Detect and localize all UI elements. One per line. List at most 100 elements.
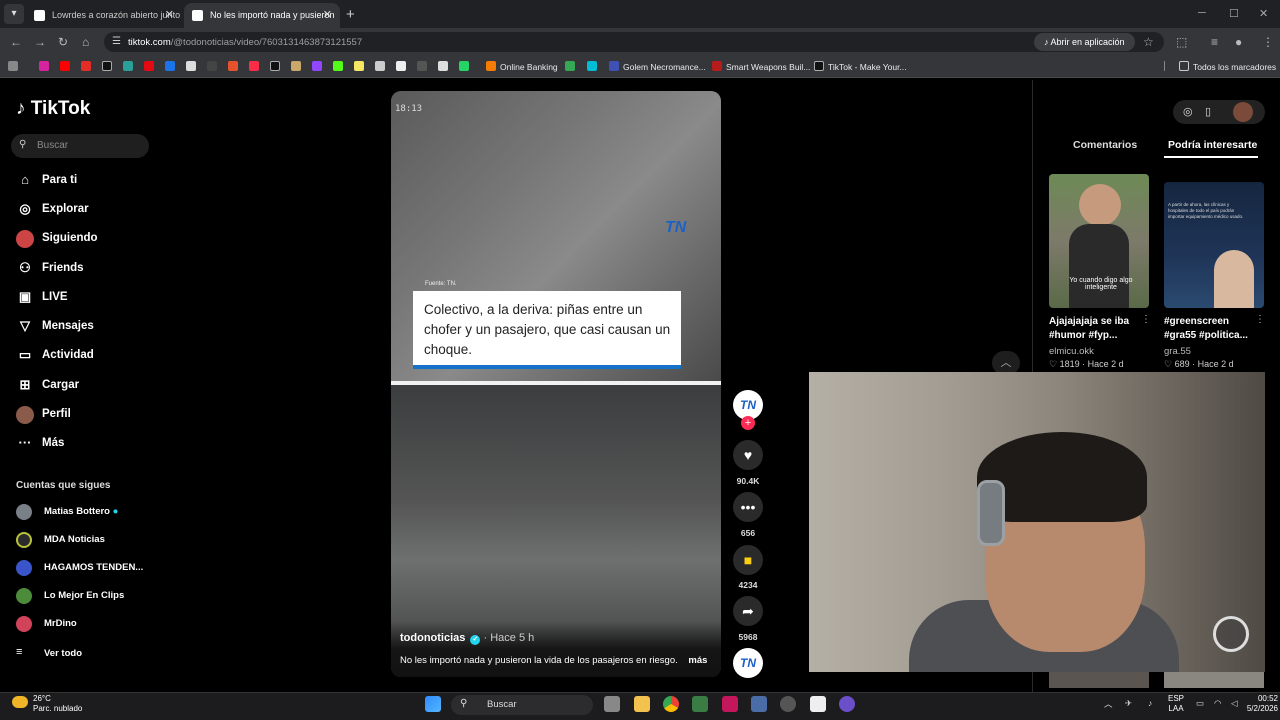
new-tab-icon[interactable]: + xyxy=(346,6,355,23)
app-icon[interactable] xyxy=(839,696,855,712)
monitor-icon[interactable]: ▭ xyxy=(1196,698,1204,709)
compass-icon[interactable]: ◎ xyxy=(1183,105,1193,118)
taskbar-search[interactable]: ⚲ Buscar xyxy=(451,695,593,715)
suggested-video-thumbnail[interactable]: A partir de ahora, las clínicas y hospit… xyxy=(1164,182,1264,308)
tab-comentarios[interactable]: Comentarios xyxy=(1073,139,1137,151)
bookmark-smart-weapons[interactable]: Smart Weapons Buil... xyxy=(726,62,810,72)
bookmark-tiktok[interactable]: TikTok - Make Your... xyxy=(828,62,907,72)
apple-music-icon[interactable] xyxy=(249,61,259,71)
browser-tab-1[interactable]: Lowrdes a corazón abierto junto ✕ xyxy=(26,3,182,28)
card-title[interactable]: #greenscreen #gra55 #politica... xyxy=(1164,315,1264,343)
microphone-icon[interactable]: ♪ xyxy=(1148,698,1152,708)
youtube-music-icon[interactable] xyxy=(81,61,91,71)
apps-grid-icon[interactable] xyxy=(8,61,18,71)
bookmark-icon[interactable] xyxy=(123,61,133,71)
youtube-icon[interactable] xyxy=(60,61,70,71)
bookmark-icon[interactable] xyxy=(354,61,364,71)
forward-icon[interactable]: → xyxy=(34,35,46,49)
close-icon[interactable]: ✕ xyxy=(323,8,332,21)
suggested-video-thumbnail[interactable] xyxy=(1049,672,1149,688)
nav-siguiendo[interactable]: Siguiendo xyxy=(16,229,166,249)
reading-list-icon[interactable]: ≡ xyxy=(1211,35,1218,49)
device-icon[interactable]: ▯ xyxy=(1205,105,1211,118)
bookmark-icon[interactable] xyxy=(165,61,175,71)
tab-search-icon[interactable]: ▾ xyxy=(4,4,24,24)
whatsapp-icon[interactable] xyxy=(459,61,469,71)
browser-tab-2[interactable]: No les importó nada y pusieron ✕ xyxy=(184,3,340,28)
like-button[interactable]: ♥ xyxy=(733,440,763,470)
suggested-video-thumbnail[interactable] xyxy=(1164,672,1264,688)
music-disc-avatar[interactable]: TN xyxy=(733,648,763,678)
comment-button[interactable]: ••• xyxy=(733,492,763,522)
see-all-link[interactable]: ≡ Ver todo xyxy=(16,645,156,663)
chrome-icon[interactable] xyxy=(663,696,679,712)
more-button[interactable]: más xyxy=(688,655,707,666)
nav-cargar[interactable]: ⊞ Cargar xyxy=(16,376,166,396)
window-close-icon[interactable]: ✕ xyxy=(1259,7,1268,20)
bookmark-icon[interactable] xyxy=(396,61,406,71)
card-user[interactable]: elmicu.okk xyxy=(1049,346,1094,357)
wifi-icon[interactable]: ◠ xyxy=(1214,698,1221,709)
language-indicator[interactable]: ESP LAA xyxy=(1168,694,1184,714)
golem-icon[interactable] xyxy=(609,61,619,71)
app-icon[interactable] xyxy=(780,696,796,712)
bookmark-star-icon[interactable]: ☆ xyxy=(1143,35,1154,49)
home-icon[interactable]: ⌂ xyxy=(82,35,89,49)
kick-icon[interactable] xyxy=(333,61,343,71)
following-account[interactable]: MDA Noticias xyxy=(16,531,156,549)
url-field[interactable]: ☰ tiktok.com/@todonoticias/video/7603131… xyxy=(104,32,1164,52)
share-button[interactable]: ➦ xyxy=(733,596,763,626)
network-icon[interactable]: ✈ xyxy=(1125,698,1132,709)
chevron-up-icon[interactable]: ︿ xyxy=(1104,698,1113,710)
bookmark-icon[interactable] xyxy=(186,61,196,71)
folder-icon[interactable] xyxy=(1179,61,1189,71)
extensions-icon[interactable]: ⬚ xyxy=(1176,35,1187,49)
save-button[interactable]: ■ xyxy=(733,545,763,575)
reload-icon[interactable]: ↻ xyxy=(58,35,68,49)
nav-para-ti[interactable]: ⌂ Para ti xyxy=(16,171,166,191)
sheets-icon[interactable] xyxy=(565,61,575,71)
nav-friends[interactable]: ⚇ Friends xyxy=(16,259,166,279)
instagram-icon[interactable] xyxy=(39,61,49,71)
bookmark-icon[interactable] xyxy=(438,61,448,71)
search-input[interactable]: ⚲ Buscar xyxy=(11,134,149,158)
bookmark-icon[interactable] xyxy=(417,61,427,71)
clock[interactable]: 00:52 5/2/2026 xyxy=(1234,694,1278,714)
bookmark-icon[interactable] xyxy=(207,61,217,71)
tab-podria-interesarte[interactable]: Podría interesarte xyxy=(1168,139,1257,151)
avatar[interactable] xyxy=(1233,102,1253,122)
bookmark-online-banking[interactable]: Online Banking xyxy=(500,62,558,72)
video-author[interactable]: todonoticias ✓ · Hace 5 h xyxy=(400,632,534,645)
twitch-icon[interactable] xyxy=(312,61,322,71)
nav-mensajes[interactable]: ▽ Mensajes xyxy=(16,317,166,337)
windows-start-icon[interactable] xyxy=(425,696,441,712)
video-player[interactable]: 18:13 TN Fuente: TN. Colectivo, a la der… xyxy=(391,91,721,677)
nav-explorar[interactable]: ◎ Explorar xyxy=(16,200,166,220)
app-icon[interactable] xyxy=(692,696,708,712)
following-account[interactable]: Lo Mejor En Clips xyxy=(16,587,156,605)
app-icon[interactable] xyxy=(810,696,826,712)
nav-live[interactable]: ▣ LIVE xyxy=(16,288,166,308)
nav-perfil[interactable]: Perfil xyxy=(16,405,166,425)
more-options-icon[interactable]: ⋮ xyxy=(1141,314,1151,325)
author-name[interactable]: todonoticias xyxy=(400,632,465,644)
online-banking-icon[interactable] xyxy=(486,61,496,71)
bookmark-icon[interactable] xyxy=(228,61,238,71)
following-account[interactable]: MrDino xyxy=(16,615,156,633)
all-bookmarks-button[interactable]: Todos los marcadores xyxy=(1193,62,1276,72)
tiktok-icon[interactable] xyxy=(814,61,824,71)
following-account[interactable]: HAGAMOS TENDEN... xyxy=(16,559,156,577)
minimize-icon[interactable]: ─ xyxy=(1198,7,1206,19)
more-options-icon[interactable]: ⋮ xyxy=(1255,314,1265,325)
suggested-video-thumbnail[interactable]: Yo cuando digo algo inteligente xyxy=(1049,174,1149,308)
smart-weapons-icon[interactable] xyxy=(712,61,722,71)
bookmark-icon[interactable] xyxy=(375,61,385,71)
tiktok-icon[interactable] xyxy=(270,61,280,71)
profile-avatar-icon[interactable]: ● xyxy=(1235,35,1242,49)
card-title[interactable]: Ajajajajaja se iba #humor #fyp... xyxy=(1049,315,1149,343)
tiktok-logo[interactable]: ♪ TikTok xyxy=(16,98,90,120)
netflix-icon[interactable] xyxy=(144,61,154,71)
following-account[interactable]: Matias Bottero ● xyxy=(16,503,156,521)
card-user[interactable]: gra.55 xyxy=(1164,346,1191,357)
app-icon[interactable] xyxy=(722,696,738,712)
